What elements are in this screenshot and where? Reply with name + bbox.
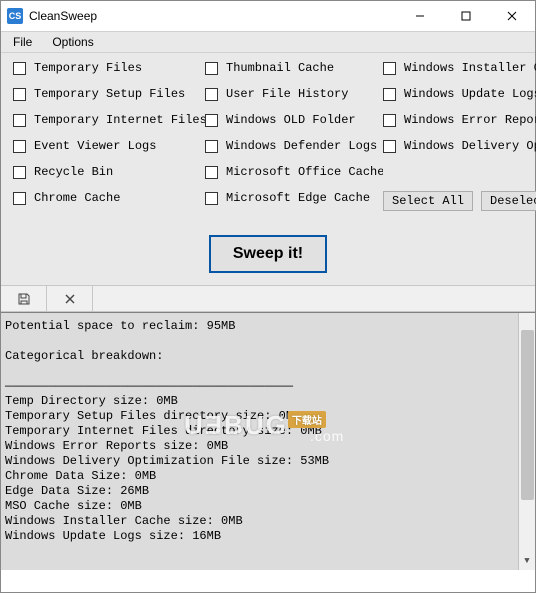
window-title: CleanSweep <box>29 9 397 23</box>
check-label: Windows OLD Folder <box>226 113 356 127</box>
output-pane: Potential space to reclaim: 95MB Categor… <box>1 312 535 570</box>
check-user-file-history[interactable]: User File History <box>205 81 383 107</box>
checkbox-icon[interactable] <box>205 192 218 205</box>
check-event-viewer-logs[interactable]: Event Viewer Logs <box>13 133 205 159</box>
checkbox-icon[interactable] <box>205 88 218 101</box>
check-label: Windows Delivery Optimizat <box>404 139 536 153</box>
checkbox-icon[interactable] <box>383 88 396 101</box>
check-chrome-cache[interactable]: Chrome Cache <box>13 185 205 211</box>
checkbox-icon[interactable] <box>13 88 26 101</box>
select-all-button[interactable]: Select All <box>383 191 473 211</box>
checkbox-icon[interactable] <box>13 166 26 179</box>
check-label: Recycle Bin <box>34 165 113 179</box>
checkbox-icon[interactable] <box>13 192 26 205</box>
titlebar: CS CleanSweep <box>1 1 535 31</box>
check-temporary-files[interactable]: Temporary Files <box>13 55 205 81</box>
options-panel: Temporary Files Temporary Setup Files Te… <box>1 53 535 225</box>
checkbox-icon[interactable] <box>13 140 26 153</box>
check-column-2: Thumbnail Cache User File History Window… <box>205 55 383 211</box>
check-label: Chrome Cache <box>34 191 120 205</box>
check-label: Thumbnail Cache <box>226 61 334 75</box>
check-windows-old-folder[interactable]: Windows OLD Folder <box>205 107 383 133</box>
check-recycle-bin[interactable]: Recycle Bin <box>13 159 205 185</box>
check-label: Windows Installer Cache <box>404 61 536 75</box>
output-scrollbar[interactable]: ▲ ▼ <box>518 313 535 570</box>
check-thumbnail-cache[interactable]: Thumbnail Cache <box>205 55 383 81</box>
check-label: Temporary Files <box>34 61 142 75</box>
check-microsoft-edge-cache[interactable]: Microsoft Edge Cache <box>205 185 383 211</box>
deselect-button[interactable]: Deselect <box>481 191 536 211</box>
checkbox-icon[interactable] <box>205 140 218 153</box>
checkbox-icon[interactable] <box>13 62 26 75</box>
check-microsoft-office-cache[interactable]: Microsoft Office Cache <box>205 159 383 185</box>
check-temporary-internet-files[interactable]: Temporary Internet Files <box>13 107 205 133</box>
check-label: Windows Error Reports <box>404 113 536 127</box>
check-label: User File History <box>226 87 348 101</box>
check-temporary-setup-files[interactable]: Temporary Setup Files <box>13 81 205 107</box>
tab-save-icon[interactable] <box>1 286 47 311</box>
checkbox-icon[interactable] <box>205 114 218 127</box>
check-windows-delivery-optimization[interactable]: Windows Delivery Optimizat <box>383 133 536 159</box>
checkbox-icon[interactable] <box>383 62 396 75</box>
check-label: Temporary Setup Files <box>34 87 185 101</box>
check-label: Microsoft Edge Cache <box>226 191 370 205</box>
check-column-3: Windows Installer Cache Windows Update L… <box>383 55 536 211</box>
checkbox-icon[interactable] <box>205 166 218 179</box>
check-label: Windows Defender Logs <box>226 139 377 153</box>
check-column-1: Temporary Files Temporary Setup Files Te… <box>13 55 205 211</box>
close-button[interactable] <box>489 1 535 31</box>
check-windows-installer-cache[interactable]: Windows Installer Cache <box>383 55 536 81</box>
app-icon: CS <box>7 8 23 24</box>
check-windows-defender-logs[interactable]: Windows Defender Logs <box>205 133 383 159</box>
check-label: Microsoft Office Cache <box>226 165 383 179</box>
menubar: File Options <box>1 31 535 53</box>
checkbox-icon[interactable] <box>205 62 218 75</box>
scroll-thumb[interactable] <box>521 330 534 500</box>
check-windows-error-reports[interactable]: Windows Error Reports <box>383 107 536 133</box>
checkbox-icon[interactable] <box>383 140 396 153</box>
window-controls <box>397 1 535 31</box>
minimize-button[interactable] <box>397 1 443 31</box>
output-tabstrip <box>1 286 535 312</box>
maximize-button[interactable] <box>443 1 489 31</box>
sweep-button[interactable]: Sweep it! <box>209 235 327 273</box>
scroll-down-icon[interactable]: ▼ <box>519 553 535 570</box>
check-windows-update-logs[interactable]: Windows Update Logs <box>383 81 536 107</box>
check-label: Temporary Internet Files <box>34 113 205 127</box>
checkbox-icon[interactable] <box>383 114 396 127</box>
menu-file[interactable]: File <box>3 33 42 51</box>
sweep-region: Sweep it! <box>1 225 535 286</box>
menu-options[interactable]: Options <box>42 33 103 51</box>
tab-close-icon[interactable] <box>47 286 93 311</box>
checkbox-icon[interactable] <box>13 114 26 127</box>
check-label: Event Viewer Logs <box>34 139 156 153</box>
check-label: Windows Update Logs <box>404 87 536 101</box>
